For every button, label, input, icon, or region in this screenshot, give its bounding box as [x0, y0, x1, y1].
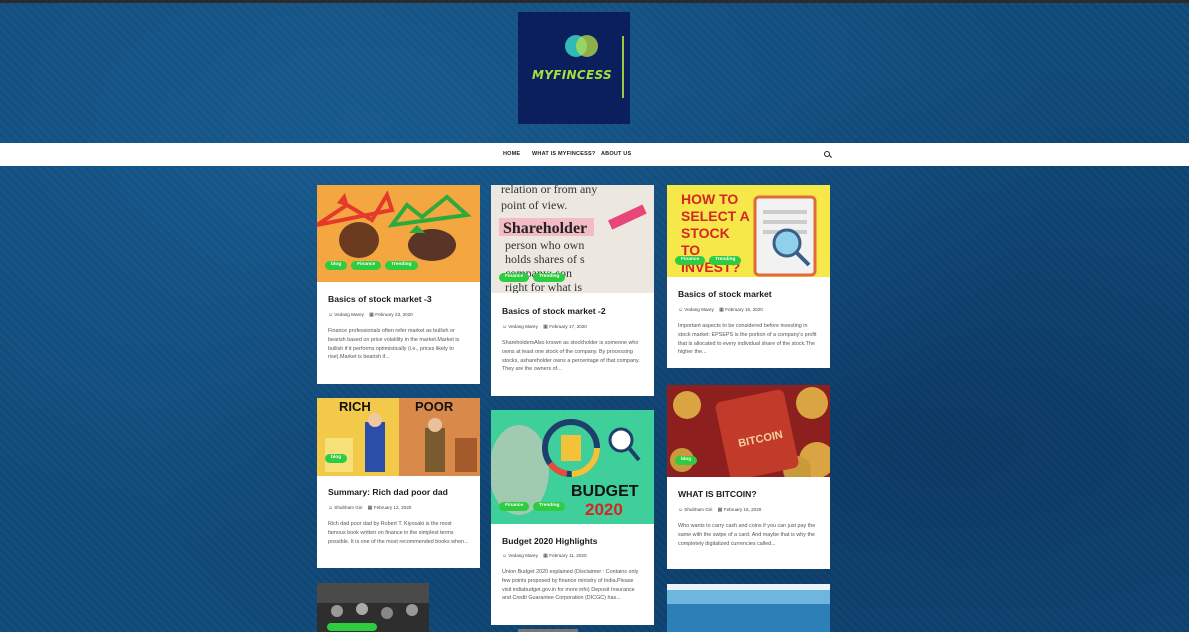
tag-trending[interactable]: Trending: [533, 273, 566, 282]
nav-home[interactable]: HOME: [503, 151, 520, 157]
tag-finance[interactable]: Finance: [675, 256, 706, 265]
user-icon: ☺: [328, 312, 334, 318]
logo-text: MYFINCESS: [532, 68, 612, 82]
user-icon: ☺: [502, 553, 508, 559]
calendar-icon: ▦: [543, 553, 548, 559]
post-card[interactable]: blog Finance Trending Basics of stock ma…: [317, 185, 480, 384]
search-icon[interactable]: [824, 151, 830, 157]
post-date: February 11, 2020: [549, 553, 587, 558]
user-icon: ☺: [328, 505, 334, 511]
post-date: February 17, 2020: [549, 324, 587, 329]
post-excerpt: ShareholdersAlso known as stockholder is…: [502, 340, 640, 373]
shareholder-line: person who own: [505, 238, 584, 252]
nav-about-us[interactable]: ABOUT US: [601, 151, 631, 157]
post-author[interactable]: Vedang Marey: [508, 553, 538, 558]
post-thumbnail[interactable]: BUDGET 2020 Finance Trending: [491, 410, 654, 524]
tag-trending[interactable]: Trending: [533, 502, 566, 511]
post-author[interactable]: Vedang Marey: [684, 307, 714, 312]
post-meta: ☺ Shubham Giri ▦ February 15, 2020: [678, 507, 761, 513]
tag-finance[interactable]: Finance: [499, 273, 530, 282]
tag-trending[interactable]: Trending: [709, 256, 742, 265]
budget-label: BUDGET: [571, 483, 639, 500]
post-title[interactable]: Budget 2020 Highlights: [502, 536, 646, 546]
post-card[interactable]: relation or from any point of view. Shar…: [491, 185, 654, 396]
post-card-partial[interactable]: [317, 583, 429, 632]
boat-image: [667, 584, 830, 632]
post-excerpt: Who wants to carry cash and coins if you…: [678, 523, 816, 547]
post-card[interactable]: RICH POOR blog Summary: Rich dad poor da…: [317, 398, 480, 568]
nav-what-is-myfincess[interactable]: WHAT IS MYFINCESS?: [532, 151, 595, 157]
post-title[interactable]: Basics of stock market -2: [502, 306, 646, 316]
post-author[interactable]: Vedang Marey: [334, 312, 364, 317]
user-icon: ☺: [678, 507, 684, 513]
post-card[interactable]: HOW TO SELECT A STOCK TO INVEST? Finance…: [667, 185, 830, 368]
shareholder-line: holds shares of s: [505, 252, 585, 266]
trading-floor-image: [317, 583, 429, 632]
shareholder-line: relation or from any: [501, 185, 597, 196]
post-meta: ☺ Vedang Marey ▦ February 16, 2020: [678, 307, 763, 313]
post-meta: ☺ Vedang Marey ▦ February 11, 2020: [502, 553, 587, 559]
post-card[interactable]: BITCOIN blog WHAT IS BITCOIN? ☺ Shubham …: [667, 385, 830, 569]
main-nav: HOME WHAT IS MYFINCESS? ABOUT US: [0, 143, 1189, 166]
post-author[interactable]: Shubham Giri: [684, 507, 712, 512]
poor-label: POOR: [415, 399, 454, 414]
post-excerpt: Rich dad poor dad by Robert T. Kiyosaki …: [328, 521, 469, 545]
post-excerpt: Union Budget 2020 explained (Disclaimer …: [502, 569, 639, 602]
tag-blog[interactable]: blog: [675, 456, 698, 465]
post-title[interactable]: WHAT IS BITCOIN?: [678, 489, 822, 499]
post-thumbnail[interactable]: HOW TO SELECT A STOCK TO INVEST? Finance…: [667, 185, 830, 277]
tag-blog[interactable]: blog: [325, 454, 348, 463]
post-title[interactable]: Basics of stock market -3: [328, 294, 472, 304]
post-date: February 12, 2020: [373, 505, 412, 510]
calendar-icon: ▦: [369, 312, 374, 318]
post-meta: ☺ Shubham Giri ▦ February 12, 2020: [328, 505, 411, 511]
tag-finance[interactable]: Finance: [499, 502, 530, 511]
post-title[interactable]: Summary: Rich dad poor dad: [328, 487, 472, 497]
post-author[interactable]: Shubham Giri: [334, 505, 362, 510]
post-date: February 23, 2020: [375, 312, 413, 317]
post-thumbnail[interactable]: blog Finance Trending: [317, 185, 480, 282]
rich-label: RICH: [339, 399, 371, 414]
post-excerpt: Finance professionals often refer market…: [328, 328, 460, 361]
tag-finance[interactable]: Finance: [351, 261, 382, 270]
user-icon: ☺: [678, 307, 684, 313]
post-author[interactable]: Vedang Marey: [508, 324, 538, 329]
tag-blog[interactable]: blog: [325, 261, 348, 270]
user-icon: ☺: [502, 324, 508, 330]
calendar-icon: ▦: [719, 307, 724, 313]
site-header: MYFINCESS: [0, 3, 1189, 143]
calendar-icon: ▦: [367, 505, 373, 511]
post-meta: ☺ Vedang Marey ▦ February 23, 2020: [328, 312, 413, 318]
shareholder-line: right for what is: [505, 280, 582, 293]
post-date: February 15, 2020: [723, 507, 762, 512]
post-title[interactable]: Basics of stock market: [678, 289, 822, 299]
post-card-partial[interactable]: [667, 584, 830, 632]
budget-year: 2020: [585, 500, 623, 519]
logo-bar: [622, 36, 624, 98]
post-thumbnail[interactable]: BITCOIN blog: [667, 385, 830, 477]
post-excerpt: Important aspects to be considered befor…: [678, 323, 817, 356]
rich-poor-illustration: RICH POOR: [317, 398, 480, 476]
post-card[interactable]: BUDGET 2020 Finance Trending Budget 2020…: [491, 410, 654, 625]
post-thumbnail[interactable]: relation or from any point of view. Shar…: [491, 185, 654, 293]
shareholder-word: Shareholder: [503, 220, 587, 237]
post-date: February 16, 2020: [725, 307, 763, 312]
logo-circle-icon: [576, 35, 598, 57]
calendar-icon: ▦: [717, 507, 723, 513]
post-thumbnail[interactable]: RICH POOR blog: [317, 398, 480, 476]
shareholder-line: point of view.: [501, 198, 567, 212]
site-logo[interactable]: MYFINCESS: [518, 12, 630, 124]
tag-trending[interactable]: Trending: [385, 261, 418, 270]
calendar-icon: ▦: [543, 324, 548, 330]
post-meta: ☺ Vedang Marey ▦ February 17, 2020: [502, 324, 587, 330]
